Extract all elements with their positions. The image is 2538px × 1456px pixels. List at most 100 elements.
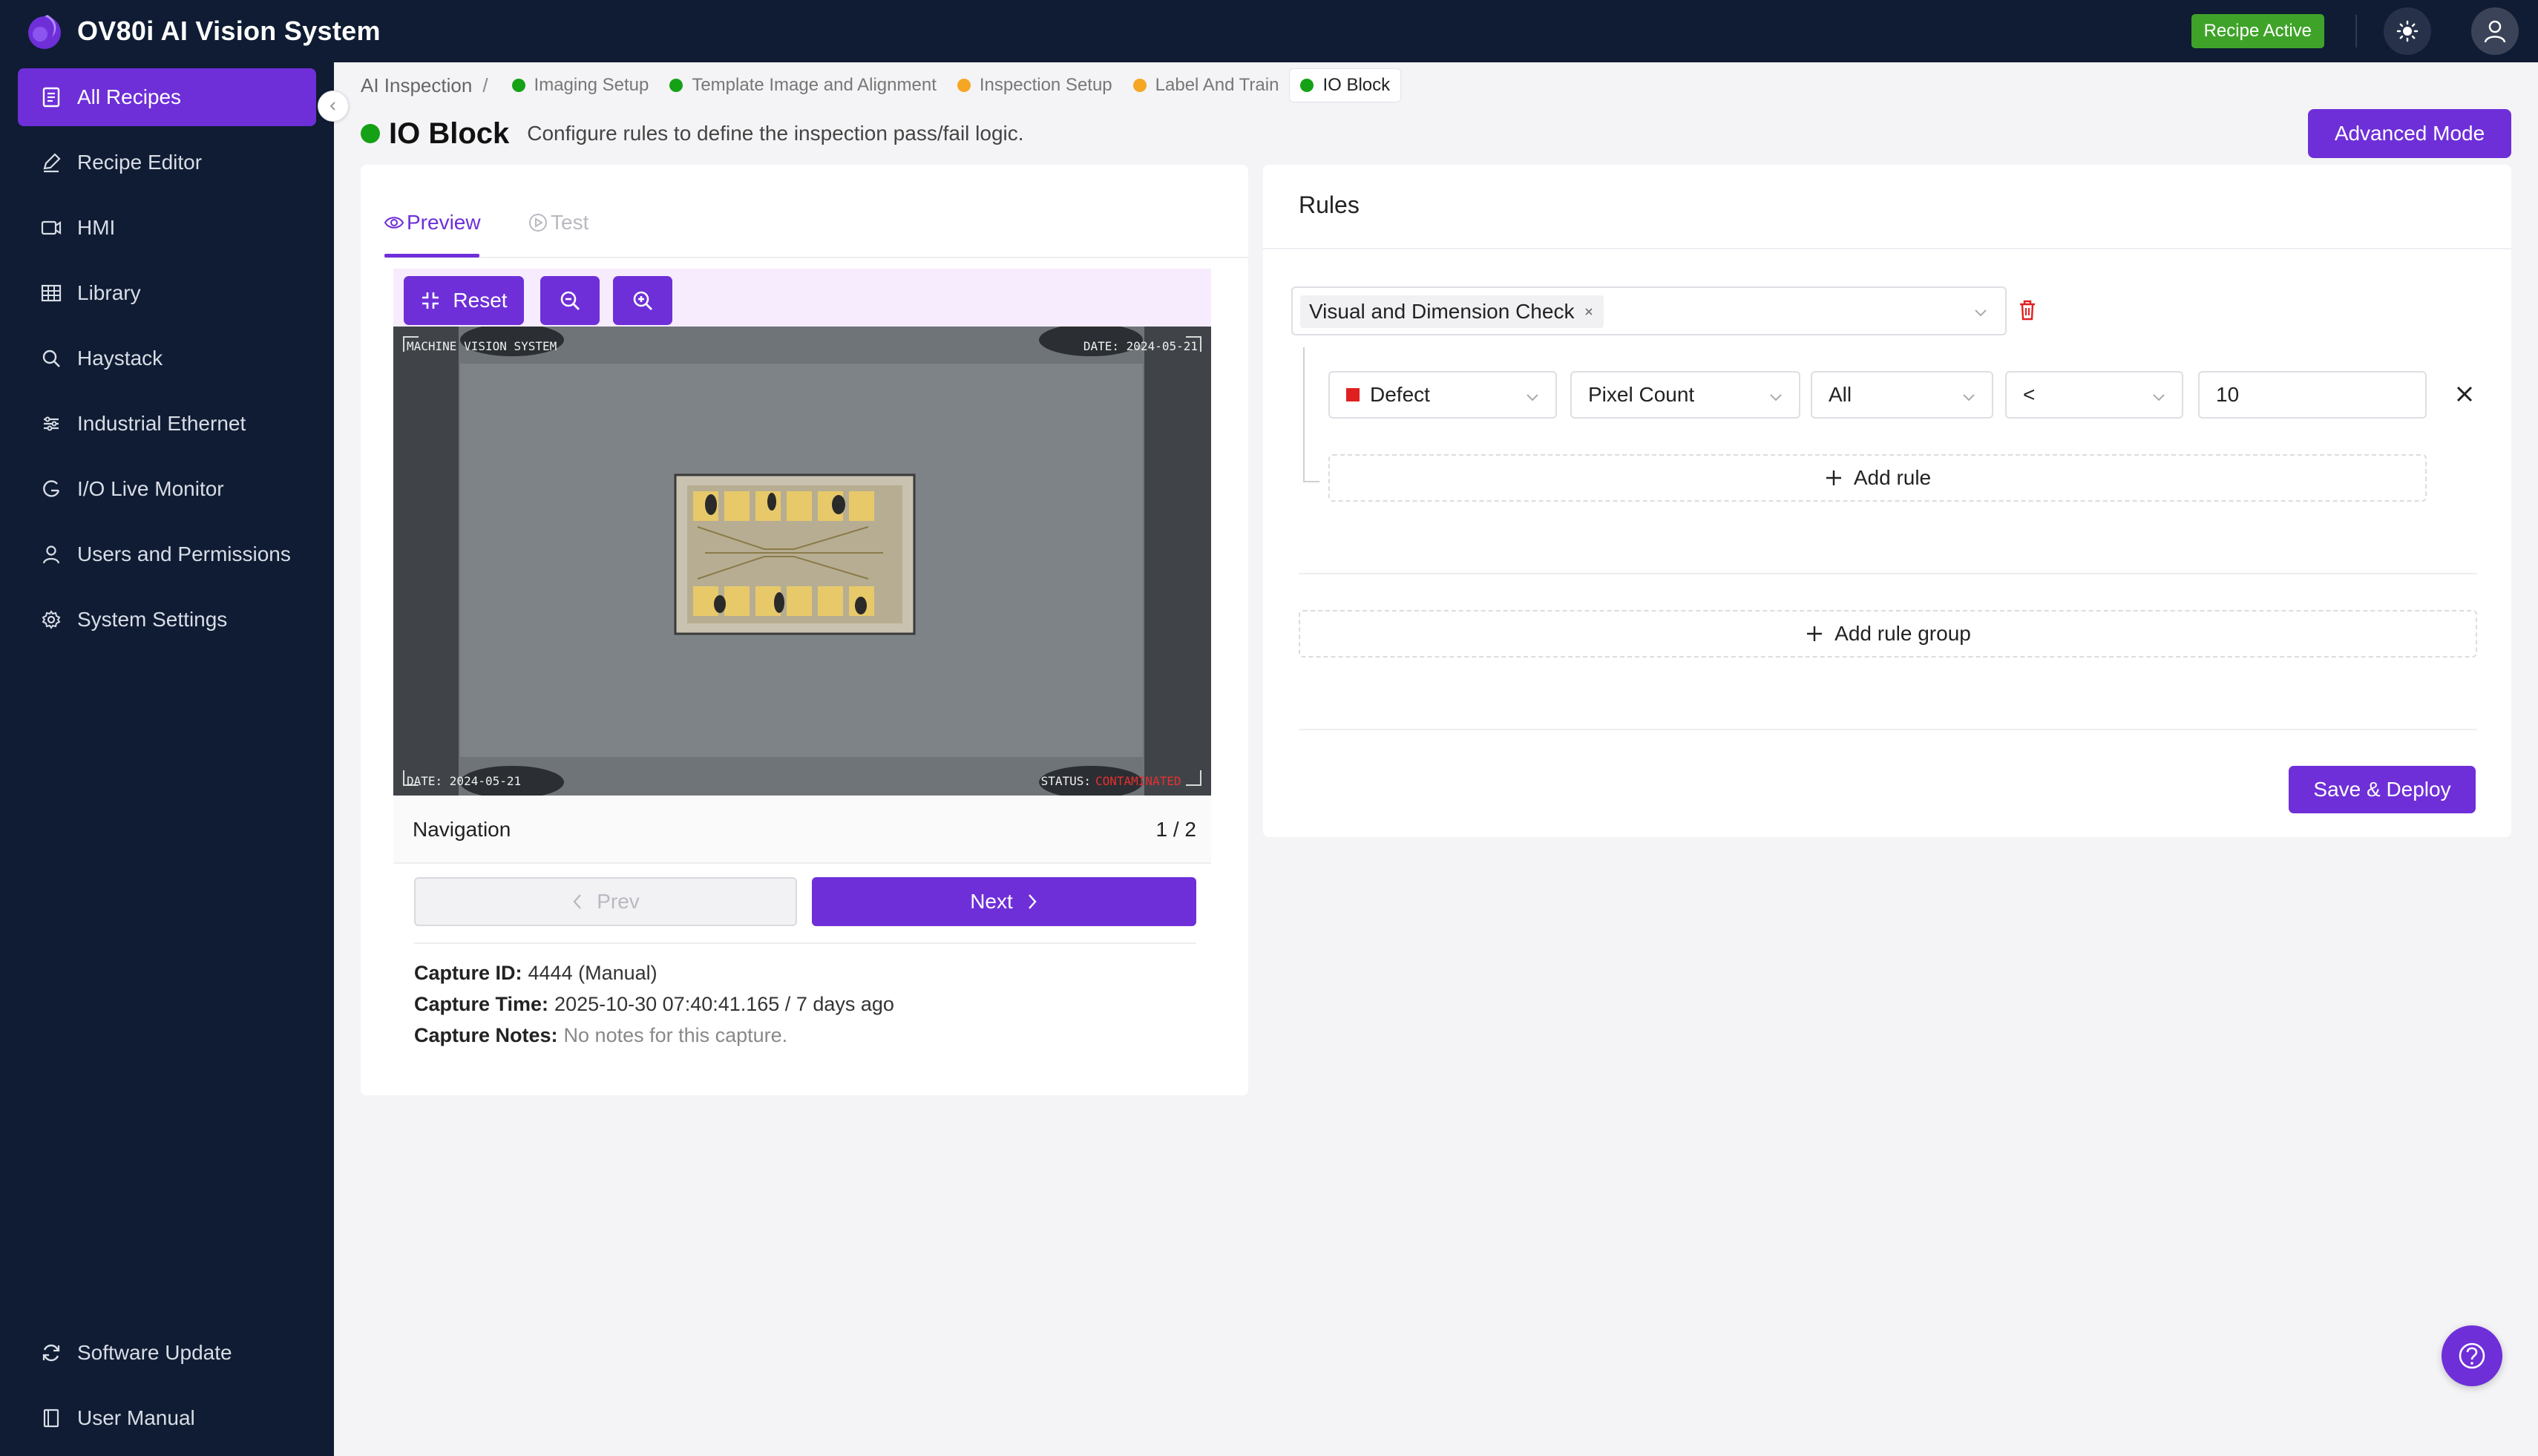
help-button[interactable] <box>2442 1325 2502 1386</box>
zoom-in-button[interactable] <box>613 276 672 325</box>
rule-operator-select[interactable]: < <box>2005 371 2183 419</box>
overlay-bottom-left: DATE: 2024-05-21 <box>407 774 521 788</box>
recipes-list-icon <box>40 86 62 108</box>
breadcrumb-root[interactable]: AI Inspection <box>361 74 472 97</box>
capture-notes: Capture Notes: No notes for this capture. <box>414 1024 787 1047</box>
reset-label: Reset <box>453 289 508 312</box>
breadcrumb-step-label: IO Block <box>1322 75 1391 95</box>
page-header: IO Block Configure rules to define the i… <box>361 113 1024 154</box>
plus-icon <box>1805 624 1824 643</box>
tag-remove-icon[interactable] <box>1583 306 1595 318</box>
tab-preview[interactable]: Preview <box>384 211 481 235</box>
chevron-left-icon <box>329 102 335 111</box>
breadcrumb-step-label-and-train[interactable]: Label And Train <box>1123 68 1290 102</box>
chevron-left-icon <box>571 893 583 911</box>
rule-value-input[interactable]: 10 <box>2198 371 2427 419</box>
camera-icon <box>40 217 62 239</box>
chevron-down-icon <box>1770 394 1782 401</box>
chevron-down-icon <box>1963 394 1975 401</box>
sidebar-item-label: User Manual <box>77 1406 195 1429</box>
rule-group-tag: Visual and Dimension Check <box>1300 295 1604 328</box>
capture-image: MACHINE VISION SYSTEM DATE: 2024-05-21 D… <box>393 327 1211 796</box>
gear-icon <box>40 609 62 631</box>
overlay-top-left: MACHINE VISION SYSTEM <box>407 339 557 353</box>
rule-scope-select[interactable]: All <box>1811 371 1993 419</box>
add-rule-button[interactable]: Add rule <box>1328 454 2427 502</box>
chevron-down-icon <box>1527 394 1538 401</box>
rule-tree-line <box>1303 481 1319 482</box>
overlay-top-right: DATE: 2024-05-21 <box>1083 339 1198 353</box>
capture-id: Capture ID: 4444 (Manual) <box>414 962 658 985</box>
sidebar-item-user-manual[interactable]: User Manual <box>18 1389 316 1447</box>
reset-view-button[interactable]: Reset <box>404 276 524 325</box>
breadcrumb-separator: / <box>482 73 488 96</box>
zoom-in-icon <box>633 291 652 310</box>
overlay-status-value: CONTAMINATED <box>1095 774 1181 788</box>
rule-metric-value: Pixel Count <box>1588 383 1695 406</box>
preview-panel: Preview Test Reset MACHINE VISION SYSTEM… <box>361 165 1248 1095</box>
sidebar-item-library[interactable]: Library <box>18 264 316 322</box>
sidebar-item-software-update[interactable]: Software Update <box>18 1324 316 1382</box>
advanced-mode-button[interactable]: Advanced Mode <box>2308 109 2511 158</box>
sidebar-item-recipe-editor[interactable]: Recipe Editor <box>18 134 316 191</box>
capture-time-label: Capture Time: <box>414 993 549 1015</box>
monitor-gauge-icon <box>40 478 62 500</box>
sidebar-item-label: I/O Live Monitor <box>77 477 224 500</box>
page-title: IO Block <box>389 117 510 150</box>
question-circle-icon <box>2459 1342 2485 1369</box>
active-tab-indicator <box>384 254 479 258</box>
rule-group-select[interactable]: Visual and Dimension Check <box>1291 286 2007 335</box>
delete-group-trash-icon[interactable] <box>2017 298 2038 322</box>
breadcrumb-step-inspection-setup[interactable]: Inspection Setup <box>947 68 1123 102</box>
rule-class-select[interactable]: Defect <box>1328 371 1557 419</box>
next-button[interactable]: Next <box>812 877 1196 926</box>
sidebar-item-all-recipes[interactable]: All Recipes <box>18 68 316 126</box>
rule-group-tag-label: Visual and Dimension Check <box>1309 300 1575 323</box>
chevron-down-icon <box>1975 309 1987 317</box>
sidebar-item-label: Recipe Editor <box>77 151 203 174</box>
remove-rule-close-icon[interactable] <box>2453 383 2476 405</box>
breadcrumb-step-imaging-setup[interactable]: Imaging Setup <box>502 68 660 102</box>
capture-notes-value: No notes for this capture. <box>563 1024 788 1046</box>
chevron-right-icon <box>1026 893 1038 911</box>
sidebar-item-label: System Settings <box>77 608 228 631</box>
sidebar-item-label: Users and Permissions <box>77 542 291 565</box>
app-logo-icon <box>25 12 64 50</box>
theme-toggle-button[interactable] <box>2384 7 2431 55</box>
chevron-down-icon <box>2153 394 2165 401</box>
divider <box>2355 15 2357 47</box>
sidebar-item-label: HMI <box>77 216 116 239</box>
breadcrumb-step-io-block[interactable]: IO Block <box>1289 68 1402 102</box>
rule-scope-value: All <box>1829 383 1852 406</box>
rule-operator-value: < <box>2023 383 2036 406</box>
divider <box>414 942 1196 944</box>
rule-metric-select[interactable]: Pixel Count <box>1570 371 1800 419</box>
user-avatar-button[interactable] <box>2471 7 2519 55</box>
sidebar-item-io-live-monitor[interactable]: I/O Live Monitor <box>18 460 316 518</box>
zoom-out-button[interactable] <box>540 276 600 325</box>
prev-button[interactable]: Prev <box>414 877 797 926</box>
divider <box>1299 573 2477 574</box>
capture-image-viewer[interactable]: MACHINE VISION SYSTEM DATE: 2024-05-21 D… <box>393 327 1211 796</box>
top-bar: OV80i AI Vision System Recipe Active <box>0 0 2538 62</box>
viewer-toolbar: Reset <box>393 269 1211 328</box>
divider <box>1299 729 2477 730</box>
sidebar-item-users-and-permissions[interactable]: Users and Permissions <box>18 525 316 583</box>
status-dot <box>361 124 380 143</box>
sidebar-item-haystack[interactable]: Haystack <box>18 329 316 387</box>
sun-icon <box>2396 20 2419 42</box>
tab-test[interactable]: Test <box>528 211 588 235</box>
search-icon <box>40 347 62 370</box>
save-and-deploy-button[interactable]: Save & Deploy <box>2289 766 2476 813</box>
add-rule-group-button[interactable]: Add rule group <box>1299 610 2477 658</box>
sidebar-item-label: Software Update <box>77 1341 232 1364</box>
sidebar-item-system-settings[interactable]: System Settings <box>18 591 316 649</box>
sidebar-item-hmi[interactable]: HMI <box>18 199 316 257</box>
eye-icon <box>384 215 404 230</box>
navigation-label: Navigation <box>413 818 511 841</box>
breadcrumb-step-template-image[interactable]: Template Image and Alignment <box>659 68 947 102</box>
sidebar-item-label: Library <box>77 281 141 304</box>
collapse-sidebar-button[interactable] <box>318 91 349 122</box>
sidebar-item-industrial-ethernet[interactable]: Industrial Ethernet <box>18 395 316 453</box>
tab-label: Test <box>551 211 589 234</box>
